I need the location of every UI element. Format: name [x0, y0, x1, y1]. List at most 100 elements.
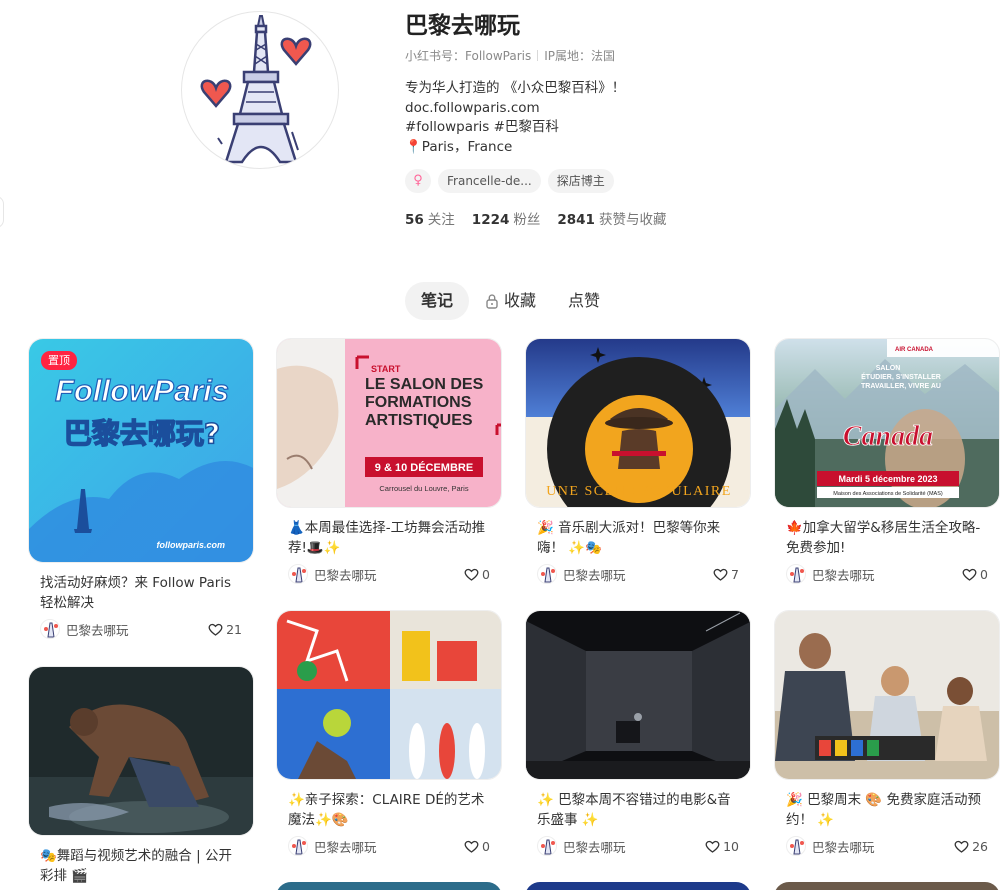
note-title[interactable]: ✨ 巴黎本周不容错过的电影&音乐盛事 ✨ — [525, 790, 751, 830]
note-cover[interactable]: AIR CANADA SALON ÉTUDIER, S'INSTALLER TR… — [774, 338, 1000, 508]
note-title[interactable]: 🎉 巴黎周末 🎨 免费家庭活动预约！ ✨ — [774, 790, 1000, 830]
note-card[interactable]: UNE SCÈNE POPULAIRE 🎉 音乐剧大派对！巴黎等你来嗨！ ✨🎭 … — [525, 338, 751, 584]
stat-following-label: 关注 — [427, 212, 455, 228]
author-name[interactable]: 巴黎去哪玩 — [66, 620, 208, 639]
author-name[interactable]: 巴黎去哪玩 — [812, 565, 962, 584]
author-avatar[interactable] — [786, 564, 806, 584]
note-card[interactable]: ✨亲子探索：CLAIRE DÉ的艺术魔法✨🎨 巴黎去哪玩 0 — [276, 610, 502, 856]
note-card[interactable]: START LE SALON DES FORMATIONS ARTISTIQUE… — [276, 338, 502, 584]
profile-nickname: 巴黎去哪玩 — [405, 13, 520, 39]
author-name[interactable]: 巴黎去哪玩 — [563, 565, 713, 584]
like-count: 21 — [226, 621, 242, 637]
left-edge-handle[interactable] — [0, 196, 4, 228]
note-card[interactable]: 🎉 巴黎周末 🎨 免费家庭活动预约！ ✨ 巴黎去哪玩 26 — [774, 610, 1000, 856]
author-name[interactable]: 巴黎去哪玩 — [314, 837, 464, 856]
heart-icon — [464, 840, 479, 853]
author-avatar[interactable] — [786, 836, 806, 856]
tab-notes-label: 笔记 — [421, 291, 454, 310]
author-avatar[interactable] — [537, 836, 557, 856]
note-title[interactable]: 🎉 音乐剧大派对！巴黎等你来嗨！ ✨🎭 — [525, 518, 751, 558]
author-avatar[interactable] — [288, 564, 308, 584]
author-name[interactable]: 巴黎去哪玩 — [812, 837, 954, 856]
tab-collections[interactable]: 收藏 — [469, 282, 552, 320]
eiffel-tower-heart-icon — [200, 15, 312, 164]
author-avatar[interactable] — [40, 619, 60, 639]
author-avatar[interactable] — [537, 564, 557, 584]
tag-location: Francelle-de... — [438, 169, 541, 193]
cover-cn-text: 巴黎去哪玩? — [64, 417, 220, 450]
red-id: 小红书号：FollowParis — [405, 48, 532, 63]
note-cover-peek[interactable] — [525, 882, 751, 890]
profile-avatar — [181, 11, 339, 169]
tab-liked[interactable]: 点赞 — [552, 282, 616, 320]
female-icon: ♀ — [405, 169, 431, 193]
cover-brand-text: FollowParis — [55, 373, 229, 408]
note-title[interactable]: 🎭舞蹈与视频艺术的融合 | 公开彩排 🎬 — [28, 846, 254, 886]
profile-tags: ♀ Francelle-de... 探店博主 — [405, 169, 965, 193]
note-footer: 巴黎去哪玩 10 — [525, 836, 751, 856]
note-footer: 巴黎去哪玩 26 — [774, 836, 1000, 856]
note-card[interactable]: ✨ 巴黎本周不容错过的电影&音乐盛事 ✨ 巴黎去哪玩 10 — [525, 610, 751, 856]
note-title[interactable]: 👗本周最佳选择-工坊舞会活动推荐!🎩✨ — [276, 518, 502, 558]
note-card[interactable]: 🎭舞蹈与视频艺术的融合 | 公开彩排 🎬 — [28, 666, 254, 886]
stat-following[interactable]: 56 关注 — [405, 208, 455, 228]
like-button[interactable]: 10 — [705, 839, 739, 854]
note-title[interactable]: 找活动好麻烦？来 Follow Paris 轻松解决 — [28, 573, 254, 613]
note-cover[interactable]: START LE SALON DES FORMATIONS ARTISTIQUE… — [276, 338, 502, 508]
note-title[interactable]: ✨亲子探索：CLAIRE DÉ的艺术魔法✨🎨 — [276, 790, 502, 830]
stat-followers[interactable]: 1224 粉丝 — [472, 208, 541, 228]
note-cover[interactable] — [525, 610, 751, 780]
note-title[interactable]: 🍁加拿大留学&移居生活全攻略-免费参加! — [774, 518, 1000, 558]
note-cover[interactable] — [276, 610, 502, 780]
tab-notes[interactable]: 笔记 — [405, 282, 470, 320]
author-name[interactable]: 巴黎去哪玩 — [314, 565, 464, 584]
note-cover[interactable] — [28, 666, 254, 836]
salon-title-line: LE SALON DES — [365, 376, 484, 393]
stat-likes-label: 获赞与收藏 — [598, 212, 667, 228]
note-card[interactable]: FollowParis 巴黎去哪玩? followparis.com 置顶 找活… — [28, 338, 254, 639]
note-footer: 巴黎去哪玩 21 — [28, 619, 254, 639]
tab-collections-label: 收藏 — [504, 291, 537, 310]
profile-description: 专为华人打造的 《小众巴黎百科》！ doc.followparis.com #f… — [405, 79, 965, 157]
like-button[interactable]: 21 — [208, 622, 242, 637]
heart-icon — [208, 623, 223, 636]
note-cover-peek[interactable] — [276, 882, 502, 890]
heart-icon — [962, 568, 977, 581]
like-button[interactable]: 0 — [962, 567, 988, 582]
salon-date-text: 9 & 10 DÉCEMBRE — [375, 461, 473, 474]
stat-likes-collects[interactable]: 2841 获赞与收藏 — [557, 208, 666, 228]
like-count: 0 — [482, 838, 490, 854]
canada-word: Canada — [843, 421, 933, 452]
like-button[interactable]: 0 — [464, 567, 490, 582]
like-button[interactable]: 0 — [464, 839, 490, 854]
like-count: 0 — [980, 566, 988, 582]
like-button[interactable]: 26 — [954, 839, 988, 854]
note-footer: 巴黎去哪玩 0 — [276, 836, 502, 856]
desc-line: #followparis #巴黎百科 — [405, 119, 559, 135]
tab-liked-label: 点赞 — [568, 291, 601, 310]
ip-location: IP属地：法国 — [544, 48, 615, 63]
canada-salon-line: TRAVAILLER, VIVRE AU — [861, 383, 941, 390]
tag-profession: 探店博主 — [547, 169, 614, 193]
note-footer: 巴黎去哪玩 0 — [276, 564, 502, 584]
note-cover[interactable]: FollowParis 巴黎去哪玩? followparis.com 置顶 — [28, 338, 254, 563]
heart-icon — [954, 840, 969, 853]
note-cover-peek[interactable] — [774, 882, 1000, 890]
like-count: 7 — [731, 566, 739, 582]
lock-icon — [485, 293, 499, 309]
note-cover[interactable] — [774, 610, 1000, 780]
note-card[interactable]: AIR CANADA SALON ÉTUDIER, S'INSTALLER TR… — [774, 338, 1000, 584]
profile-stats: 56 关注 1224 粉丝 2841 获赞与收藏 — [405, 208, 965, 228]
profile-meta: 小红书号：FollowParis IP属地：法国 — [405, 47, 965, 63]
author-name[interactable]: 巴黎去哪玩 — [563, 837, 705, 856]
heart-icon — [464, 568, 479, 581]
sponsor-text: AIR CANADA — [895, 347, 934, 353]
like-button[interactable]: 7 — [713, 567, 739, 582]
like-count: 26 — [972, 838, 988, 854]
stat-followers-label: 粉丝 — [513, 212, 541, 228]
salon-title-line: ARTISTIQUES — [365, 412, 473, 429]
profile-tabs: 笔记 收藏 点赞 — [405, 282, 616, 320]
cover-url-text: followparis.com — [156, 540, 225, 550]
note-cover[interactable]: UNE SCÈNE POPULAIRE — [525, 338, 751, 508]
author-avatar[interactable] — [288, 836, 308, 856]
